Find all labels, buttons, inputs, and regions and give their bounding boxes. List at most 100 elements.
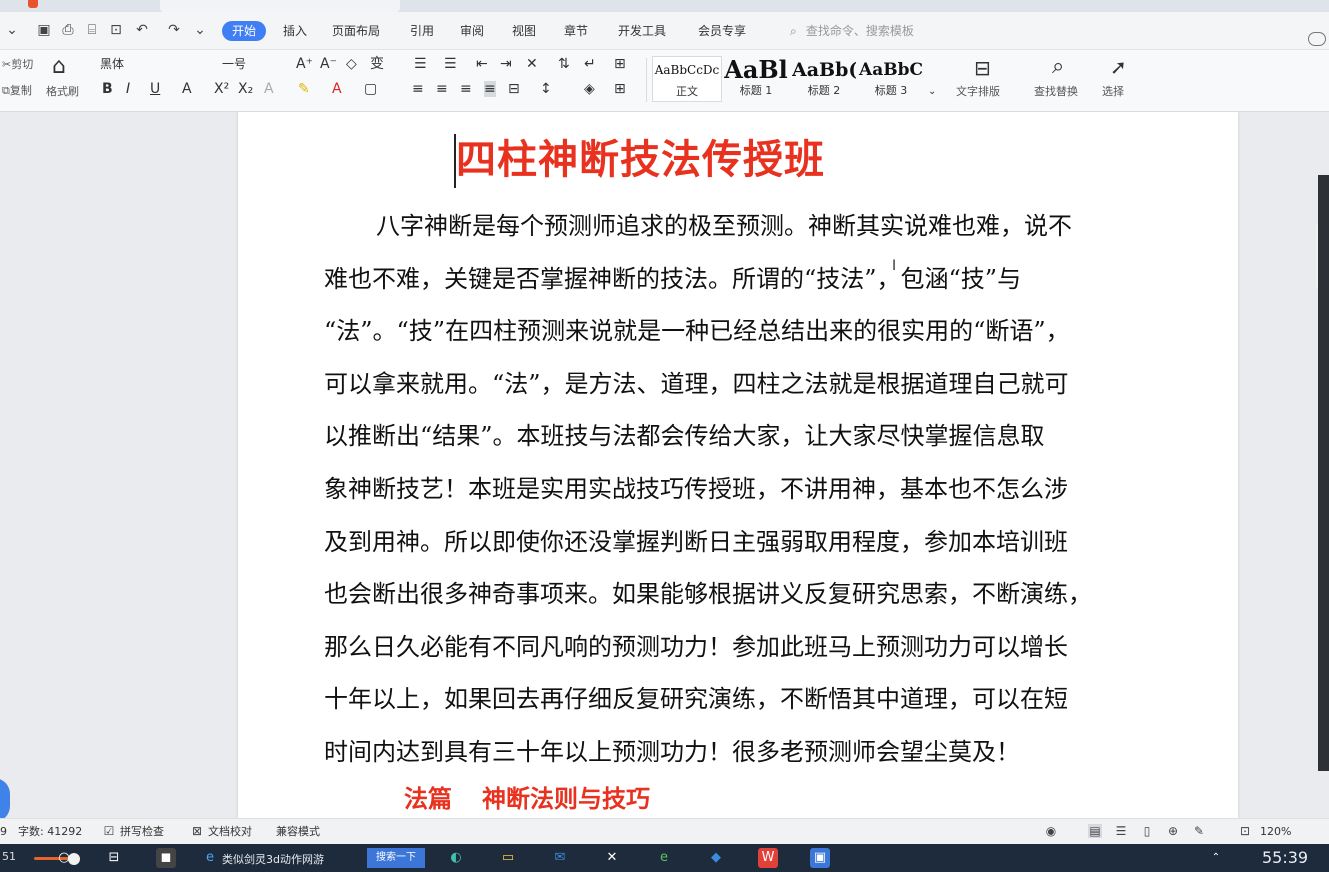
grow-font-icon[interactable]: A⁺ (296, 56, 313, 72)
document-title[interactable]: 四柱神断技法传授班 (456, 132, 825, 188)
shading-icon[interactable]: ◈ (584, 81, 595, 97)
document-body[interactable]: 八字神断是每个预测师追求的极至预测。神断其实说难也难，说不 难也不难，关键是否掌… (324, 200, 1154, 779)
reading-view-icon[interactable]: ▯ (1140, 824, 1154, 838)
text-effect-icon[interactable]: A (264, 81, 274, 97)
char-border-icon[interactable]: ▢ (364, 81, 377, 97)
search-button[interactable]: 搜索一下 (367, 848, 425, 868)
copy-button[interactable]: ⧉复制 (2, 83, 32, 99)
vertical-scrollbar[interactable] (1318, 175, 1329, 771)
justify-icon[interactable]: ≡ (484, 81, 496, 97)
chat-icon[interactable]: ◆ (706, 848, 726, 868)
superscript-icon[interactable]: X² (214, 81, 229, 97)
save-icon[interactable]: ▣ (36, 22, 52, 38)
print-preview-icon[interactable]: ⊡ (108, 22, 124, 38)
subscript-icon[interactable]: X₂ (238, 81, 253, 97)
cloud-icon[interactable] (1308, 32, 1326, 46)
write-mode-icon[interactable]: ✎ (1192, 824, 1206, 838)
proofread-icon[interactable]: ⊠ (190, 824, 204, 838)
strikethrough-icon[interactable]: A (182, 81, 192, 97)
font-color-icon[interactable]: A (332, 81, 342, 97)
search-icon[interactable]: ○ (54, 848, 74, 868)
tab-developer[interactable]: 开发工具 (614, 21, 670, 41)
export-icon[interactable]: ⎙ (60, 22, 76, 38)
zoom-level[interactable]: 120% (1260, 825, 1291, 839)
borders-icon[interactable]: ⊞ (614, 81, 626, 97)
calendar-icon[interactable]: ▣ (810, 848, 830, 868)
document-proofread[interactable]: 文档校对 (208, 825, 252, 839)
command-search-input[interactable]: ⌕ 查找命令、搜索模板 (790, 21, 1010, 41)
document-tab[interactable] (160, 0, 400, 12)
web-view-icon[interactable]: ⊕ (1166, 824, 1180, 838)
select-cursor-icon[interactable]: ➚ (1110, 54, 1127, 80)
cut-button[interactable]: ✂剪切 (2, 57, 33, 73)
task-view-icon[interactable]: ⊟ (104, 848, 124, 868)
text-layout-icon[interactable]: ⊟ (974, 56, 991, 80)
select-button[interactable]: 选择 (1102, 84, 1124, 100)
wps-icon[interactable]: W (758, 848, 778, 868)
find-replace-icon[interactable]: ⌕ (1052, 54, 1064, 80)
tab-stop-icon[interactable]: ⊞ (614, 56, 626, 72)
page-indicator[interactable]: 9 (0, 825, 7, 839)
eye-protection-icon[interactable]: ◉ (1044, 824, 1058, 838)
sort-icon[interactable]: ⇅ (558, 56, 570, 72)
outline-view-icon[interactable]: ☰ (1114, 824, 1128, 838)
word-count[interactable]: 字数: 41292 (18, 825, 82, 839)
font-name-select[interactable]: 黑体 (100, 56, 230, 72)
underline-icon[interactable]: U (150, 81, 160, 97)
format-painter-icon[interactable]: ⌂ (52, 54, 66, 80)
style-normal[interactable]: AaBbCcDc 正文 (652, 56, 722, 102)
browser-window-label[interactable]: 类似剑灵3d动作网游 (222, 851, 324, 867)
undo-icon[interactable]: ↶ (134, 22, 150, 38)
align-center-icon[interactable]: ≡ (436, 81, 448, 97)
xbox-icon[interactable]: ✕ (602, 848, 622, 868)
tab-chapter[interactable]: 章节 (560, 21, 592, 41)
document-page[interactable]: 四柱神断技法传授班 I 八字神断是每个预测师追求的极至预测。神断其实说难也难，说… (238, 112, 1238, 818)
redo-icon[interactable]: ↷ (166, 22, 182, 38)
italic-icon[interactable]: I (126, 81, 130, 97)
increase-indent-icon[interactable]: ⇥ (500, 56, 512, 72)
ie-browser-icon[interactable]: e (200, 848, 220, 868)
print-icon[interactable]: ⌸ (84, 22, 100, 38)
style-heading-1[interactable]: AaBl 标题 1 (722, 56, 790, 102)
tab-view[interactable]: 视图 (508, 21, 540, 41)
format-painter-label[interactable]: 格式刷 (46, 84, 79, 100)
bold-icon[interactable]: B (102, 81, 113, 97)
page-view-icon[interactable]: ▤ (1088, 824, 1102, 838)
tab-home[interactable]: 开始 (222, 21, 267, 41)
decrease-indent-icon[interactable]: ⇤ (476, 56, 488, 72)
spell-check-toggle[interactable]: 拼写检查 (120, 825, 164, 839)
tab-insert[interactable]: 插入 (279, 21, 311, 41)
find-replace-button[interactable]: 查找替换 (1034, 84, 1078, 100)
tab-references[interactable]: 引用 (406, 21, 438, 41)
line-spacing-icon[interactable]: ↕ (540, 81, 552, 97)
highlight-icon[interactable]: ✎ (298, 81, 310, 97)
tab-review[interactable]: 审阅 (456, 21, 488, 41)
text-layout-button[interactable]: 文字排版 (956, 84, 1000, 100)
align-right-icon[interactable]: ≡ (460, 81, 472, 97)
clear-format-icon[interactable]: ◇ (346, 56, 357, 72)
edge-browser-icon[interactable]: ◐ (446, 848, 466, 868)
folder-icon[interactable]: ▭ (498, 848, 518, 868)
shrink-font-icon[interactable]: A⁻ (320, 56, 337, 72)
chevron-down-icon[interactable]: ⌄ (4, 22, 20, 38)
tab-member[interactable]: 会员专享 (694, 21, 750, 41)
checkbox-icon[interactable]: ☑ (102, 824, 116, 838)
browser-e-icon[interactable]: e (654, 848, 674, 868)
app-icon[interactable]: ◼ (156, 848, 176, 868)
tab-page-layout[interactable]: 页面布局 (328, 21, 384, 41)
style-heading-2[interactable]: AaBb( 标题 2 (792, 56, 856, 102)
document-canvas[interactable]: 四柱神断技法传授班 I 八字神断是每个预测师追求的极至预测。神断其实说难也难，说… (0, 112, 1329, 818)
quick-access-menu-icon[interactable]: ⌄ (192, 22, 208, 38)
phonetic-guide-icon[interactable]: 变 (370, 56, 384, 72)
numbered-list-icon[interactable]: ☰ (444, 56, 457, 72)
show-marks-icon[interactable]: ↵ (584, 56, 596, 72)
font-size-select[interactable]: 一号 (222, 56, 286, 72)
style-heading-3[interactable]: AaBbC 标题 3 (858, 56, 924, 102)
mail-icon[interactable]: ✉ (550, 848, 570, 868)
bullet-list-icon[interactable]: ☰ (414, 56, 427, 72)
tray-chevron-icon[interactable]: ⌃ (1206, 848, 1226, 868)
align-left-icon[interactable]: ≡ (412, 81, 424, 97)
styles-more-icon[interactable]: ⌄ (928, 84, 936, 100)
distribute-icon[interactable]: ⊟ (508, 81, 520, 97)
chinese-layout-icon[interactable]: ✕ (526, 56, 538, 72)
